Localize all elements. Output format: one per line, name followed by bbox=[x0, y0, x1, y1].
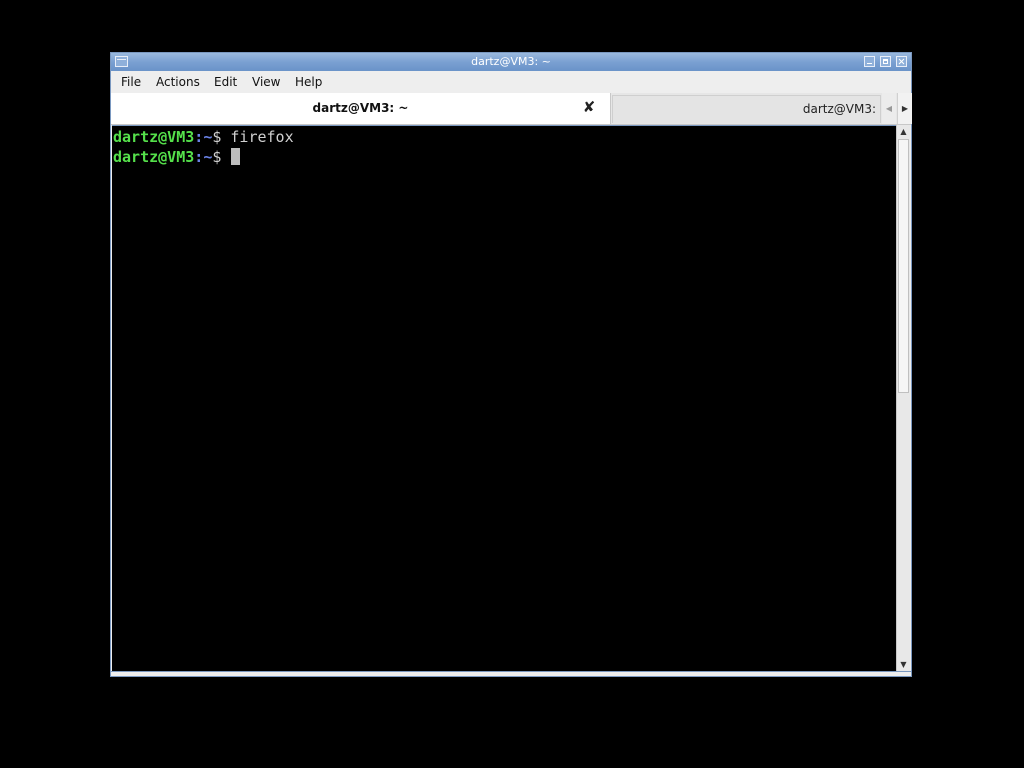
title-bar[interactable]: dartz@VM3: ~ bbox=[111, 53, 911, 71]
prompt-symbol: $ bbox=[212, 128, 231, 146]
window-bottom-border bbox=[111, 671, 911, 676]
menu-view[interactable]: View bbox=[252, 75, 280, 89]
terminal-output[interactable]: dartz@VM3:~$ firefox dartz@VM3:~$ bbox=[112, 125, 896, 671]
terminal-line: dartz@VM3:~$ bbox=[113, 147, 896, 167]
text-cursor bbox=[231, 148, 241, 165]
close-window-icon[interactable] bbox=[896, 56, 907, 67]
maximize-icon[interactable] bbox=[880, 56, 891, 67]
menu-bar: File Actions Edit View Help bbox=[111, 71, 911, 93]
tab-label: dartz@VM3: ~ bbox=[312, 101, 409, 115]
prompt-path: ~ bbox=[203, 128, 213, 146]
prompt-symbol: $ bbox=[212, 148, 231, 166]
menu-actions[interactable]: Actions bbox=[156, 75, 200, 89]
terminal-line: dartz@VM3:~$ firefox bbox=[113, 127, 896, 147]
minimize-icon[interactable] bbox=[864, 56, 875, 67]
prompt-separator: : bbox=[194, 148, 204, 166]
tab-active[interactable]: dartz@VM3: ~ ✘ bbox=[111, 93, 611, 124]
arrow-down-icon[interactable]: ▼ bbox=[897, 658, 910, 671]
terminal-window: dartz@VM3: ~ File Actions Edit View Help… bbox=[110, 52, 912, 677]
chevron-right-icon[interactable]: ▶ bbox=[897, 93, 912, 124]
command-text: firefox bbox=[230, 128, 294, 146]
close-icon[interactable]: ✘ bbox=[581, 99, 597, 115]
desktop: dartz@VM3: ~ File Actions Edit View Help… bbox=[0, 0, 1024, 768]
prompt-separator: : bbox=[194, 128, 204, 146]
chevron-left-icon[interactable]: ◀ bbox=[882, 93, 896, 124]
tab-inactive[interactable]: dartz@VM3: bbox=[612, 95, 881, 123]
menu-help[interactable]: Help bbox=[295, 75, 322, 89]
prompt-user-host: dartz@VM3 bbox=[113, 128, 195, 146]
tab-label: dartz@VM3: bbox=[802, 102, 876, 116]
tab-bar: dartz@VM3: ~ ✘ dartz@VM3: ◀ ▶ bbox=[111, 93, 912, 125]
vertical-scrollbar[interactable]: ▲ ▼ bbox=[896, 125, 910, 671]
menu-edit[interactable]: Edit bbox=[214, 75, 237, 89]
prompt-path: ~ bbox=[203, 148, 213, 166]
window-title: dartz@VM3: ~ bbox=[471, 55, 551, 68]
prompt-user-host: dartz@VM3 bbox=[113, 148, 195, 166]
scrollbar-thumb[interactable] bbox=[898, 139, 909, 393]
menu-file[interactable]: File bbox=[121, 75, 141, 89]
arrow-up-icon[interactable]: ▲ bbox=[897, 125, 910, 138]
